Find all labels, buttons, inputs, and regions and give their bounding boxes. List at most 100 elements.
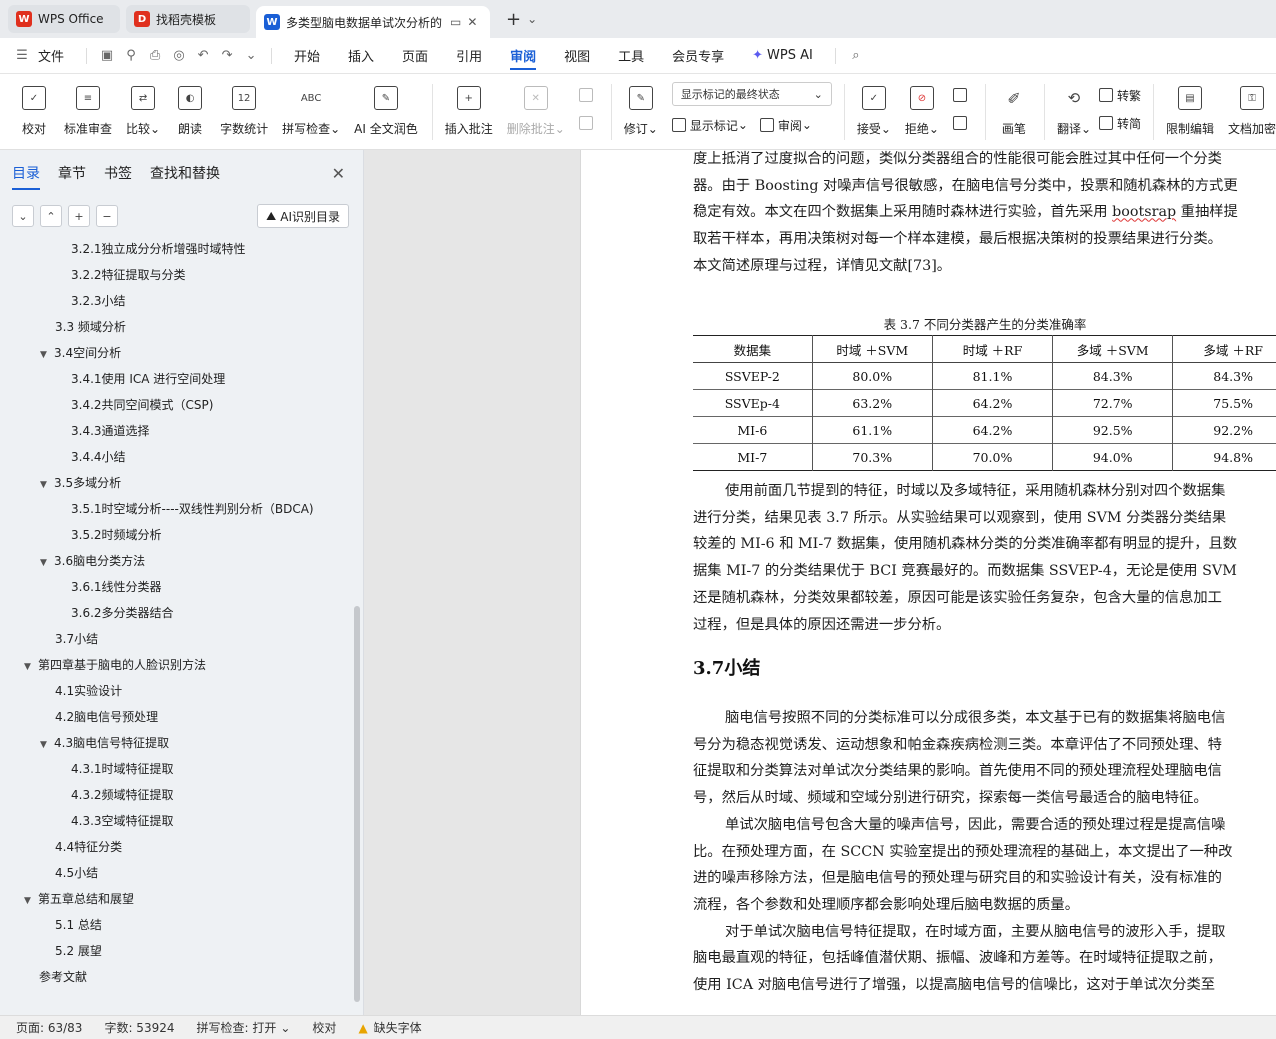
toc-item[interactable]: 3.4.3通道选择 bbox=[71, 418, 150, 444]
toc-item[interactable]: 3.7小结 bbox=[55, 626, 98, 652]
toc-item[interactable]: 4.3.1时域特征提取 bbox=[71, 756, 174, 782]
tab-wps-office[interactable]: W WPS Office bbox=[8, 5, 120, 33]
previous-change-icon[interactable] bbox=[952, 82, 971, 108]
toc-item[interactable]: 5.1 总结 bbox=[55, 912, 102, 938]
more-chevron-icon[interactable]: ⌄ bbox=[241, 38, 261, 74]
toc-item[interactable]: 3.6.2多分类器结合 bbox=[71, 600, 174, 626]
remove-heading-icon[interactable]: − bbox=[96, 205, 118, 227]
monitor-icon[interactable]: ▭ bbox=[450, 15, 461, 29]
toc-item[interactable]: 3.5.2时频域分析 bbox=[71, 522, 162, 548]
menu-view[interactable]: 视图 bbox=[550, 38, 604, 74]
menu-page[interactable]: 页面 bbox=[388, 38, 442, 74]
toc-item[interactable]: ▼ 3.6脑电分类方法 bbox=[40, 548, 145, 574]
save-icon[interactable]: ▣ bbox=[97, 38, 117, 74]
tab-find-replace[interactable]: 查找和替换 bbox=[150, 150, 220, 196]
toc-item[interactable]: 3.2.1独立成分分析增强时域特性 bbox=[71, 236, 246, 262]
toc-item[interactable]: ▼ 3.4空间分析 bbox=[40, 340, 121, 366]
print-icon[interactable]: ⎙ bbox=[145, 38, 165, 74]
toc-item[interactable]: 3.4.1使用 ICA 进行空间处理 bbox=[71, 366, 225, 392]
toc-item[interactable]: 4.5小结 bbox=[55, 860, 98, 886]
standard-review-button[interactable]: ≡ 标准审查 bbox=[64, 82, 112, 137]
expand-triangle-icon[interactable]: ▼ bbox=[40, 472, 54, 498]
ai-toc-button[interactable]: ⛰ AI识别目录 bbox=[257, 204, 349, 228]
toc-item[interactable]: 3.2.2特征提取与分类 bbox=[71, 262, 186, 288]
collapse-chevron-down-icon[interactable]: ⌄ bbox=[12, 205, 34, 227]
toc-item[interactable]: 3.3 频域分析 bbox=[55, 314, 126, 340]
previous-comment-icon[interactable] bbox=[578, 82, 597, 108]
show-markup-button[interactable]: 显示标记 ⌄ bbox=[671, 112, 748, 138]
toc-item[interactable]: ▼ 3.5多域分析 bbox=[40, 470, 121, 496]
next-change-icon[interactable] bbox=[952, 110, 971, 136]
menu-wps-ai[interactable]: ✦ WPS AI bbox=[738, 38, 827, 74]
insert-comment-button[interactable]: + 插入批注 bbox=[445, 82, 493, 137]
proof-button[interactable]: ✓ 校对 bbox=[18, 82, 50, 137]
share-icon[interactable]: ⚲ bbox=[121, 38, 141, 74]
toc-item[interactable]: 3.6.1线性分类器 bbox=[71, 574, 162, 600]
toc-item[interactable]: 3.4.4小结 bbox=[71, 444, 126, 470]
toc-item[interactable]: ▼ 第五章总结和展望 bbox=[24, 886, 134, 912]
menu-tools[interactable]: 工具 bbox=[604, 38, 658, 74]
translate-button[interactable]: ⟲ 翻译⌄ bbox=[1057, 82, 1091, 137]
toc-item[interactable]: 4.4特征分类 bbox=[55, 834, 122, 860]
tab-document[interactable]: W 多类型脑电数据单试次分析的 ▭ ✕ bbox=[256, 6, 490, 38]
spelling-error-mark[interactable]: bootsrap bbox=[1112, 204, 1176, 220]
toc-item[interactable]: 4.3.2频域特征提取 bbox=[71, 782, 174, 808]
search-icon[interactable]: ⌕ bbox=[846, 38, 866, 74]
track-changes-button[interactable]: ✎ 修订⌄ bbox=[624, 82, 658, 137]
next-comment-icon[interactable] bbox=[578, 110, 597, 136]
expand-chevron-up-icon[interactable]: ⌃ bbox=[40, 205, 62, 227]
toc-item[interactable]: 4.3.3空域特征提取 bbox=[71, 808, 174, 834]
accept-button[interactable]: ✓ 接受⌄ bbox=[857, 82, 891, 137]
toc-item[interactable]: ▼ 4.3脑电信号特征提取 bbox=[40, 730, 169, 756]
ink-button[interactable]: ✐ 画笔 bbox=[998, 82, 1030, 137]
expand-triangle-icon[interactable]: ▼ bbox=[40, 732, 54, 758]
close-tab-icon[interactable]: ✕ bbox=[467, 15, 477, 29]
print-preview-icon[interactable]: ◎ bbox=[169, 38, 189, 74]
document-page[interactable]: 度上抵消了过度拟合的问题，类似分类器组合的性能很可能会胜过其中任何一个分类 器。… bbox=[580, 150, 1276, 1015]
menu-file[interactable]: 文件 bbox=[34, 38, 78, 74]
add-heading-icon[interactable]: + bbox=[68, 205, 90, 227]
expand-triangle-icon[interactable]: ▼ bbox=[24, 888, 38, 914]
reject-button[interactable]: ⊘ 拒绝⌄ bbox=[905, 82, 939, 137]
compare-button[interactable]: ⇄ 比较⌄ bbox=[126, 82, 160, 137]
expand-triangle-icon[interactable]: ▼ bbox=[40, 550, 54, 576]
spell-check-status[interactable]: 拼写检查: 打开 ⌄ bbox=[197, 1019, 291, 1036]
expand-triangle-icon[interactable]: ▼ bbox=[24, 654, 38, 680]
review-pane-button[interactable]: 审阅 ⌄ bbox=[759, 112, 812, 138]
restrict-edit-button[interactable]: ▤ 限制编辑 bbox=[1166, 82, 1214, 137]
to-traditional-button[interactable]: 转繁 bbox=[1099, 82, 1141, 108]
tab-list-chevron-icon[interactable]: ⌄ bbox=[527, 12, 537, 26]
toc-item[interactable]: ▼ 第四章基于脑电的人脸识别方法 bbox=[24, 652, 206, 678]
menu-member[interactable]: 会员专享 bbox=[658, 38, 738, 74]
doc-encrypt-button[interactable]: ⚿ 文档加密 bbox=[1228, 82, 1276, 137]
page-indicator[interactable]: 页面: 63/83 bbox=[16, 1019, 82, 1036]
menu-insert[interactable]: 插入 bbox=[334, 38, 388, 74]
toc-item[interactable]: 4.2脑电信号预处理 bbox=[55, 704, 158, 730]
menu-references[interactable]: 引用 bbox=[442, 38, 496, 74]
tab-toc[interactable]: 目录 bbox=[12, 150, 40, 196]
redo-icon[interactable]: ↷ bbox=[217, 38, 237, 74]
new-tab-icon[interactable]: + bbox=[506, 9, 521, 30]
proof-status[interactable]: 校对 bbox=[312, 1019, 336, 1036]
missing-font-status[interactable]: ▲ 缺失字体 bbox=[358, 1019, 421, 1036]
to-simplified-button[interactable]: 转简 bbox=[1099, 110, 1141, 136]
toc-item[interactable]: 参考文献 bbox=[39, 964, 87, 990]
delete-comment-button[interactable]: ✕ 删除批注⌄ bbox=[507, 82, 565, 137]
read-aloud-button[interactable]: ◐ 朗读 bbox=[174, 82, 206, 137]
ai-polish-button[interactable]: ✎ AI 全文润色 bbox=[354, 82, 418, 137]
expand-triangle-icon[interactable]: ▼ bbox=[40, 342, 54, 368]
toc-item[interactable]: 3.2.3小结 bbox=[71, 288, 126, 314]
markup-display-select[interactable]: 显示标记的最终状态 ⌄ bbox=[671, 82, 832, 106]
word-count-indicator[interactable]: 字数: 53924 bbox=[104, 1019, 174, 1036]
tab-bookmarks[interactable]: 书签 bbox=[104, 150, 132, 196]
toc-item[interactable]: 5.2 展望 bbox=[55, 938, 102, 964]
toc-scrollbar[interactable] bbox=[354, 606, 360, 1002]
hamburger-menu-icon[interactable]: ☰ bbox=[12, 38, 32, 74]
word-count-button[interactable]: 12 字数统计 bbox=[220, 82, 268, 137]
spell-check-button[interactable]: ABC 拼写检查⌄ bbox=[282, 82, 340, 137]
toc-item[interactable]: 3.4.2共同空间模式（CSP) bbox=[71, 392, 213, 418]
tab-docer-templates[interactable]: D 找稻壳模板 bbox=[126, 5, 250, 33]
menu-review[interactable]: 审阅 bbox=[496, 38, 550, 74]
toc-item[interactable]: 4.1实验设计 bbox=[55, 678, 122, 704]
tab-chapters[interactable]: 章节 bbox=[58, 150, 86, 196]
